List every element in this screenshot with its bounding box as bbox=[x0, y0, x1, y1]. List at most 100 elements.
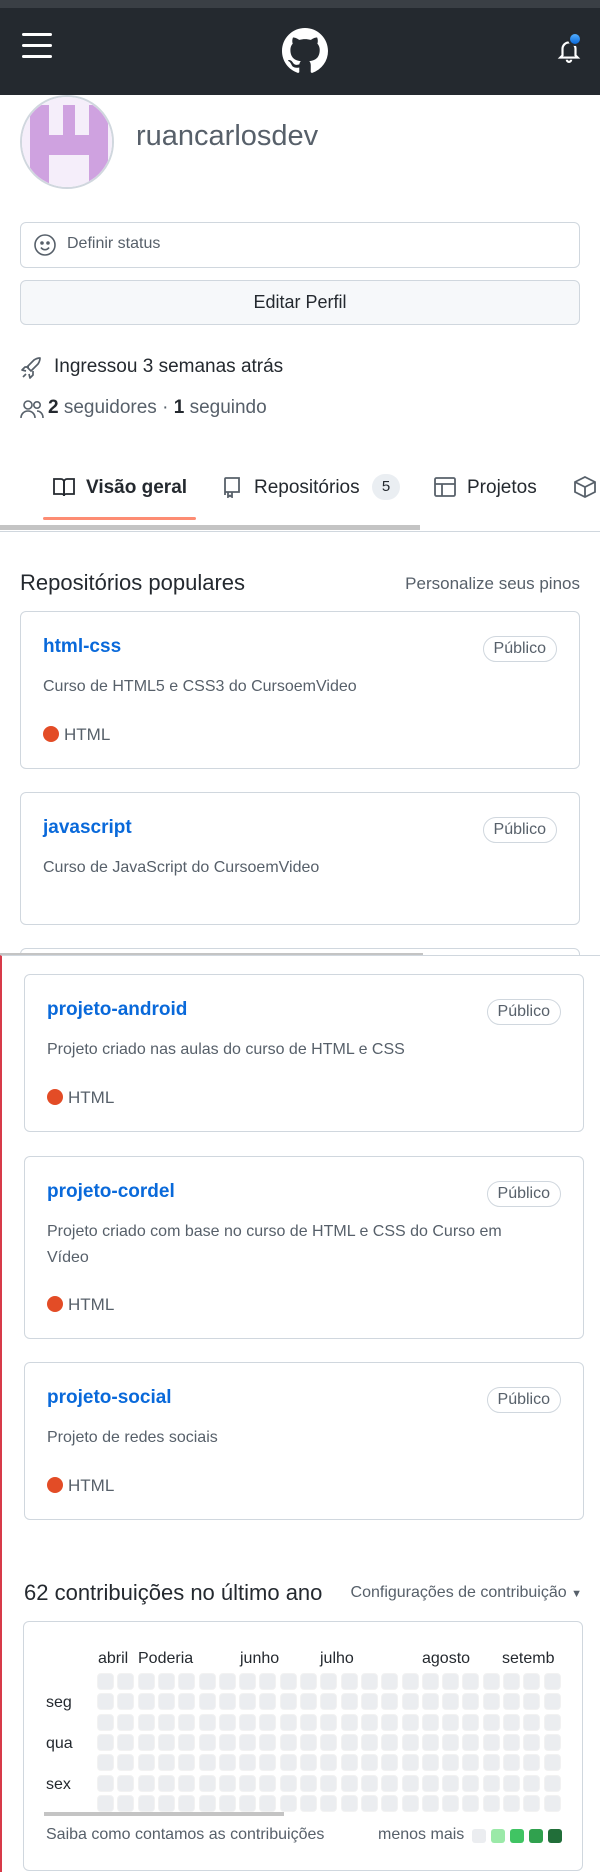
hamburger-icon[interactable] bbox=[22, 33, 52, 59]
contribution-day-cell[interactable] bbox=[198, 1713, 216, 1731]
contribution-day-cell[interactable] bbox=[340, 1754, 358, 1772]
contribution-day-cell[interactable] bbox=[401, 1673, 419, 1690]
contribution-day-cell[interactable] bbox=[259, 1693, 277, 1711]
contribution-day-cell[interactable] bbox=[239, 1774, 257, 1792]
contribution-day-cell[interactable] bbox=[157, 1693, 175, 1711]
contribution-day-cell[interactable] bbox=[279, 1733, 297, 1751]
contribution-day-cell[interactable] bbox=[340, 1733, 358, 1751]
contribution-day-cell[interactable] bbox=[421, 1754, 439, 1772]
repo-name-link[interactable]: html-css bbox=[43, 636, 121, 658]
contribution-day-cell[interactable] bbox=[300, 1693, 317, 1711]
contribution-day-cell[interactable] bbox=[340, 1774, 358, 1792]
contribution-day-cell[interactable] bbox=[421, 1693, 439, 1711]
contribution-day-cell[interactable] bbox=[421, 1774, 439, 1792]
contribution-day-cell[interactable] bbox=[482, 1713, 500, 1731]
contribution-day-cell[interactable] bbox=[239, 1693, 257, 1711]
contribution-day-cell[interactable] bbox=[117, 1693, 135, 1711]
contribution-day-cell[interactable] bbox=[320, 1754, 338, 1772]
contribution-day-cell[interactable] bbox=[117, 1673, 135, 1690]
contribution-day-cell[interactable] bbox=[462, 1794, 480, 1812]
contribution-day-cell[interactable] bbox=[381, 1794, 399, 1812]
contribution-day-cell[interactable] bbox=[421, 1733, 439, 1751]
contribution-day-cell[interactable] bbox=[482, 1754, 500, 1772]
contribution-day-cell[interactable] bbox=[543, 1774, 561, 1792]
contribution-day-cell[interactable] bbox=[117, 1794, 135, 1812]
repo-name-link[interactable]: javascript bbox=[43, 817, 132, 839]
contribution-day-cell[interactable] bbox=[523, 1774, 541, 1792]
contribution-day-cell[interactable] bbox=[401, 1733, 419, 1751]
contribution-day-cell[interactable] bbox=[381, 1713, 399, 1731]
contribution-day-cell[interactable] bbox=[482, 1693, 500, 1711]
contribution-day-cell[interactable] bbox=[543, 1794, 561, 1812]
contribution-day-cell[interactable] bbox=[360, 1794, 378, 1812]
contribution-day-cell[interactable] bbox=[442, 1713, 460, 1731]
contribution-day-cell[interactable] bbox=[218, 1774, 236, 1792]
contribution-day-cell[interactable] bbox=[401, 1693, 419, 1711]
contribution-day-cell[interactable] bbox=[279, 1774, 297, 1792]
contribution-day-cell[interactable] bbox=[198, 1774, 216, 1792]
contribution-day-cell[interactable] bbox=[157, 1754, 175, 1772]
contribution-day-cell[interactable] bbox=[198, 1754, 216, 1772]
contribution-day-cell[interactable] bbox=[503, 1713, 520, 1731]
contribution-day-cell[interactable] bbox=[239, 1673, 257, 1690]
contribution-day-cell[interactable] bbox=[442, 1733, 460, 1751]
contribution-day-cell[interactable] bbox=[320, 1713, 338, 1731]
contribution-day-cell[interactable] bbox=[279, 1794, 297, 1812]
contribution-day-cell[interactable] bbox=[178, 1774, 196, 1792]
contribution-day-cell[interactable] bbox=[137, 1794, 155, 1812]
contribution-day-cell[interactable] bbox=[320, 1733, 338, 1751]
contribution-day-cell[interactable] bbox=[381, 1733, 399, 1751]
contribution-day-cell[interactable] bbox=[300, 1754, 317, 1772]
contribution-day-cell[interactable] bbox=[178, 1713, 196, 1731]
contribution-day-cell[interactable] bbox=[543, 1713, 561, 1731]
contribution-day-cell[interactable] bbox=[97, 1713, 114, 1731]
contribution-day-cell[interactable] bbox=[117, 1733, 135, 1751]
contribution-day-cell[interactable] bbox=[523, 1794, 541, 1812]
contribution-day-cell[interactable] bbox=[421, 1673, 439, 1690]
contribution-day-cell[interactable] bbox=[279, 1693, 297, 1711]
contribution-day-cell[interactable] bbox=[97, 1693, 114, 1711]
contribution-day-cell[interactable] bbox=[117, 1713, 135, 1731]
contribution-day-cell[interactable] bbox=[300, 1794, 317, 1812]
contribution-day-cell[interactable] bbox=[381, 1673, 399, 1690]
contribution-day-cell[interactable] bbox=[401, 1774, 419, 1792]
contribution-day-cell[interactable] bbox=[97, 1794, 114, 1812]
contribution-day-cell[interactable] bbox=[320, 1673, 338, 1690]
contribution-day-cell[interactable] bbox=[503, 1733, 520, 1751]
contribution-day-cell[interactable] bbox=[503, 1774, 520, 1792]
contribution-day-cell[interactable] bbox=[503, 1673, 520, 1690]
contribution-day-cell[interactable] bbox=[523, 1754, 541, 1772]
followers-label[interactable]: seguidores bbox=[64, 397, 157, 418]
contribution-day-cell[interactable] bbox=[198, 1693, 216, 1711]
contribution-day-cell[interactable] bbox=[360, 1733, 378, 1751]
contribution-day-cell[interactable] bbox=[300, 1774, 317, 1792]
contribution-day-cell[interactable] bbox=[503, 1754, 520, 1772]
contribution-day-cell[interactable] bbox=[360, 1754, 378, 1772]
contribution-day-cell[interactable] bbox=[462, 1774, 480, 1792]
contribution-day-cell[interactable] bbox=[198, 1733, 216, 1751]
contribution-day-cell[interactable] bbox=[239, 1733, 257, 1751]
followers-count[interactable]: 2 bbox=[48, 397, 59, 418]
contribution-day-cell[interactable] bbox=[137, 1754, 155, 1772]
github-logo-icon[interactable] bbox=[282, 28, 328, 74]
avatar[interactable] bbox=[20, 95, 114, 189]
contribution-day-cell[interactable] bbox=[157, 1673, 175, 1690]
contribution-day-cell[interactable] bbox=[442, 1774, 460, 1792]
contribution-day-cell[interactable] bbox=[381, 1774, 399, 1792]
contribution-day-cell[interactable] bbox=[401, 1754, 419, 1772]
contribution-day-cell[interactable] bbox=[300, 1673, 317, 1690]
contribution-day-cell[interactable] bbox=[421, 1794, 439, 1812]
tabs-scrollbar[interactable] bbox=[0, 525, 420, 530]
contribution-day-cell[interactable] bbox=[320, 1693, 338, 1711]
contribution-day-cell[interactable] bbox=[198, 1673, 216, 1690]
following-count[interactable]: 1 bbox=[174, 397, 185, 418]
contribution-day-cell[interactable] bbox=[523, 1693, 541, 1711]
following-label[interactable]: seguindo bbox=[190, 397, 267, 418]
contribution-settings-dropdown[interactable]: Configurações de contribuição ▼ bbox=[351, 1584, 582, 1602]
contribution-day-cell[interactable] bbox=[218, 1713, 236, 1731]
contribution-day-cell[interactable] bbox=[97, 1774, 114, 1792]
contribution-day-cell[interactable] bbox=[218, 1733, 236, 1751]
contribution-day-cell[interactable] bbox=[137, 1733, 155, 1751]
contribution-day-cell[interactable] bbox=[543, 1733, 561, 1751]
contribution-day-cell[interactable] bbox=[381, 1693, 399, 1711]
